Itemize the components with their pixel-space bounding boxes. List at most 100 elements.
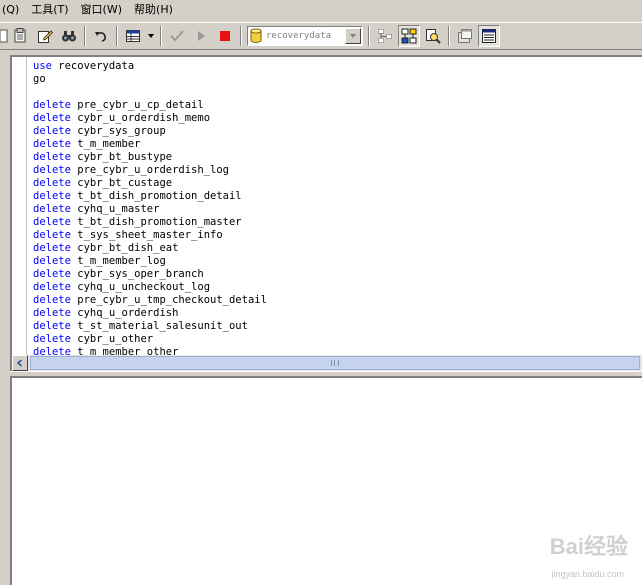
scroll-left-button[interactable] (12, 355, 28, 371)
scroll-thumb[interactable] (30, 356, 640, 370)
code-line[interactable]: use recoverydata (33, 60, 267, 73)
sql-keyword: delete (33, 151, 71, 163)
sql-text: pre_cybr_u_tmp_checkout_detail (70, 294, 267, 306)
code-line[interactable]: delete t_sys_sheet_master_info (33, 229, 267, 242)
sql-text: cybr_sys_oper_branch (70, 268, 204, 280)
toolbar-separator (448, 26, 450, 46)
sql-keyword: delete (33, 216, 71, 228)
code-line[interactable]: delete t_m_member (33, 138, 267, 151)
undo-button[interactable] (90, 25, 112, 47)
code-line[interactable]: delete t_m_member_other (33, 346, 267, 355)
window-left-border (0, 52, 10, 585)
find-button[interactable] (58, 25, 80, 47)
results-mode-button[interactable] (122, 25, 144, 47)
index-tuning-icon (426, 29, 441, 44)
sql-text: t_m_member_log (70, 255, 166, 267)
code-line[interactable]: delete t_m_member_log (33, 255, 267, 268)
sql-text: cyhq_u_master (70, 203, 160, 215)
editor-horizontal-scrollbar[interactable] (10, 355, 642, 371)
sql-text: cybr_bt_bustype (70, 151, 173, 163)
execute-query-button[interactable] (190, 25, 212, 47)
sql-text: cybr_bt_dish_eat (70, 242, 179, 254)
sql-keyword: delete (33, 320, 71, 332)
code-line[interactable]: delete pre_cybr_u_orderdish_log (33, 164, 267, 177)
sql-keyword: delete (33, 268, 71, 280)
execute-icon (198, 31, 205, 41)
sql-keyword: delete (33, 164, 71, 176)
database-select-value: recoverydata (266, 31, 332, 41)
results-pane[interactable] (10, 377, 642, 585)
chevron-down-icon[interactable] (345, 28, 361, 44)
sql-text: cyhq_u_orderdish (70, 307, 179, 319)
database-select[interactable]: recoverydata (247, 26, 363, 46)
toolbar-separator (368, 26, 370, 46)
dropdown-arrow-icon (148, 34, 154, 38)
sql-text: t_m_member_other (70, 346, 179, 355)
code-line[interactable]: delete cybr_u_other (33, 333, 267, 346)
results-pane-button[interactable] (478, 25, 500, 47)
open-file-icon (14, 28, 26, 43)
code-line[interactable]: delete cyhq_u_uncheckout_log (33, 281, 267, 294)
sql-keyword: delete (33, 229, 71, 241)
sql-text: pre_cybr_u_orderdish_log (70, 164, 229, 176)
show-plan-icon (401, 28, 417, 44)
menu-window[interactable]: 窗口(W) (75, 1, 128, 19)
sql-text: t_bt_dish_promotion_detail (70, 190, 242, 202)
parse-check-icon (170, 30, 184, 42)
code-line[interactable]: delete cybr_u_orderdish_memo (33, 112, 267, 125)
code-line[interactable]: delete cyhq_u_master (33, 203, 267, 216)
menu-query[interactable]: (Q) (0, 1, 25, 19)
object-browser-button[interactable] (374, 25, 396, 47)
query-text[interactable]: use recoverydata go delete pre_cybr_u_cp_d… (33, 60, 267, 355)
sql-keyword: use (33, 60, 52, 72)
sql-text: t_bt_dish_promotion_master (70, 216, 242, 228)
edit-button[interactable] (34, 25, 56, 47)
code-line[interactable] (33, 86, 267, 99)
cancel-query-button[interactable] (214, 25, 236, 47)
sql-keyword: delete (33, 99, 71, 111)
code-line[interactable]: delete t_st_material_salesunit_out (33, 320, 267, 333)
code-line[interactable]: delete cybr_bt_bustype (33, 151, 267, 164)
properties-button[interactable] (454, 25, 476, 47)
code-line[interactable]: delete pre_cybr_u_cp_detail (33, 99, 267, 112)
code-line[interactable]: go (33, 73, 267, 86)
code-line[interactable]: delete cybr_bt_custage (33, 177, 267, 190)
sql-text: cybr_u_other (70, 333, 154, 345)
query-editor[interactable]: use recoverydata go delete pre_cybr_u_cp_d… (10, 55, 642, 355)
sql-text: cyhq_u_uncheckout_log (70, 281, 211, 293)
code-line[interactable]: delete cybr_sys_oper_branch (33, 268, 267, 281)
sql-keyword: delete (33, 138, 71, 150)
show-plan-button[interactable] (398, 25, 420, 47)
code-line[interactable]: delete t_bt_dish_promotion_detail (33, 190, 267, 203)
new-query-button[interactable] (0, 25, 8, 47)
menu-help[interactable]: 帮助(H) (128, 1, 179, 19)
query-analyzer-window: (Q) 工具(T) 窗口(W) 帮助(H) recoverydata use r… (0, 0, 642, 585)
parse-query-button[interactable] (166, 25, 188, 47)
undo-icon (95, 32, 106, 42)
sql-text: cybr_u_orderdish_memo (70, 112, 211, 124)
sql-text: pre_cybr_u_cp_detail (70, 99, 204, 111)
sql-text: t_sys_sheet_master_info (70, 229, 223, 241)
code-line[interactable]: delete t_bt_dish_promotion_master (33, 216, 267, 229)
menu-tools[interactable]: 工具(T) (25, 1, 74, 19)
find-icon (62, 31, 76, 42)
sql-text: go (33, 73, 46, 85)
sql-text: t_m_member (70, 138, 141, 150)
code-line[interactable]: delete pre_cybr_u_tmp_checkout_detail (33, 294, 267, 307)
toolbar-separator (240, 26, 242, 46)
results-mode-dropdown[interactable] (146, 25, 156, 47)
sql-text: recoverydata (51, 60, 135, 72)
object-browser-icon (378, 29, 392, 43)
index-tuning-button[interactable] (422, 25, 444, 47)
edit-icon (38, 30, 53, 43)
code-line[interactable]: delete cyhq_u_orderdish (33, 307, 267, 320)
new-query-icon (0, 29, 8, 43)
results-pane-icon (482, 29, 496, 43)
toolbar-separator (116, 26, 118, 46)
code-line[interactable]: delete cybr_sys_group (33, 125, 267, 138)
code-line[interactable]: delete cybr_bt_dish_eat (33, 242, 267, 255)
open-file-button[interactable] (10, 25, 32, 47)
sql-keyword: delete (33, 242, 71, 254)
toolbar-separator (84, 26, 86, 46)
sql-keyword: delete (33, 281, 71, 293)
